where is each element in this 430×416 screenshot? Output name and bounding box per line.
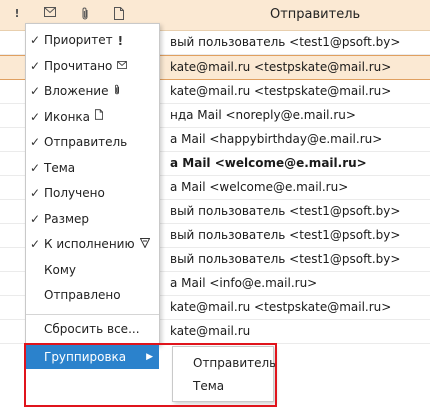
message-sender: а Mail <welcome@e.mail.ru> bbox=[170, 180, 349, 194]
menu-item-9[interactable]: ✓ К исполнению bbox=[26, 232, 159, 256]
menu-item-label: Размер bbox=[44, 211, 90, 226]
sender-column-title[interactable]: Отправитель bbox=[270, 7, 360, 22]
menu-item-label: Отправитель bbox=[44, 135, 128, 149]
message-sender: вый пользователь <test1@psoft.by> bbox=[170, 204, 401, 218]
menu-item-8[interactable]: ✓ Размер bbox=[26, 207, 159, 231]
message-sender: нда Mail <noreply@e.mail.ru> bbox=[170, 108, 356, 122]
message-sender: вый пользователь <test1@psoft.by> bbox=[170, 35, 401, 49]
grouping-submenu: Отправитель Тема bbox=[172, 346, 276, 402]
menu-item-6[interactable]: ✓ Тема bbox=[26, 156, 159, 180]
submenu-item-sender[interactable]: Отправитель bbox=[193, 356, 276, 370]
message-sender: а Mail <info@e.mail.ru> bbox=[170, 276, 318, 290]
menu-item-label: Отправлено bbox=[44, 288, 121, 302]
menu-item-7[interactable]: ✓ Получено bbox=[26, 181, 159, 205]
menu-item-label: Получено bbox=[44, 186, 105, 200]
message-sender: kate@mail.ru <testpskate@mail.ru> bbox=[170, 300, 392, 314]
checkmark-icon: ✓ bbox=[30, 135, 41, 149]
menu-item-label: Прочитано bbox=[44, 54, 128, 79]
menu-item-10[interactable]: Кому bbox=[26, 258, 159, 282]
checkmark-icon: ✓ bbox=[30, 160, 41, 175]
menu-item-3[interactable]: ✓ Вложение bbox=[26, 79, 159, 103]
menu-item-2[interactable]: ✓ Прочитано bbox=[26, 54, 159, 78]
message-sender: а Mail <welcome@e.mail.ru> bbox=[170, 156, 367, 170]
checkmark-icon: ✓ bbox=[30, 33, 41, 47]
menu-item-label: Тема bbox=[44, 160, 76, 175]
message-sender: вый пользователь <test1@psoft.by> bbox=[170, 252, 401, 266]
paperclip-icon bbox=[113, 80, 121, 104]
menu-item-grouping[interactable]: Группировка ▶ bbox=[26, 345, 159, 369]
menu-item-reset[interactable]: Сбросить все... bbox=[26, 317, 159, 341]
menu-item-label: Приоритет! bbox=[44, 28, 123, 53]
checkmark-icon: ✓ bbox=[30, 58, 41, 73]
checkmark-icon: ✓ bbox=[30, 186, 41, 200]
menu-item-label: Вложение bbox=[44, 79, 121, 104]
message-sender: вый пользователь <test1@psoft.by> bbox=[170, 228, 401, 242]
flag-icon bbox=[139, 233, 150, 257]
menu-item-label: Иконка bbox=[44, 105, 104, 130]
checkmark-icon: ✓ bbox=[30, 211, 41, 226]
column-context-menu: ✓ Приоритет! ✓ Прочитано ✓ Вложение ✓ Иконка ✓ От… bbox=[25, 23, 160, 345]
menu-item-label: Сбросить все... bbox=[44, 322, 140, 336]
menu-item-label: К исполнению bbox=[44, 232, 150, 257]
message-sender: kate@mail.ru bbox=[170, 324, 251, 338]
menu-separator bbox=[26, 314, 159, 315]
envelope-icon bbox=[117, 54, 128, 78]
menu-item-label: Кому bbox=[44, 262, 77, 277]
checkmark-icon: ✓ bbox=[30, 109, 41, 124]
paperclip-icon[interactable] bbox=[80, 7, 94, 21]
menu-item-4[interactable]: ✓ Иконка bbox=[26, 105, 159, 129]
chevron-right-icon: ▶ bbox=[146, 352, 153, 362]
message-sender: а Mail <happybirthday@e.mail.ru> bbox=[170, 132, 383, 146]
menu-item-5[interactable]: ✓ Отправитель bbox=[26, 130, 159, 154]
checkmark-icon: ✓ bbox=[30, 237, 41, 251]
message-sender: kate@mail.ru <testpskate@mail.ru> bbox=[170, 60, 392, 74]
menu-item-1[interactable]: ✓ Приоритет! bbox=[26, 28, 159, 52]
checkmark-icon: ✓ bbox=[30, 84, 41, 98]
envelope-icon[interactable] bbox=[44, 7, 58, 21]
priority-icon: ! bbox=[117, 33, 124, 48]
document-icon[interactable] bbox=[114, 7, 128, 21]
submenu-item-subject[interactable]: Тема bbox=[193, 379, 224, 393]
menu-item-label: Группировка bbox=[44, 350, 127, 364]
message-sender: kate@mail.ru <testpskate@mail.ru> bbox=[170, 84, 392, 98]
priority-icon[interactable]: ! bbox=[10, 7, 24, 21]
document-icon bbox=[95, 105, 104, 129]
menu-item-11[interactable]: Отправлено bbox=[26, 283, 159, 307]
